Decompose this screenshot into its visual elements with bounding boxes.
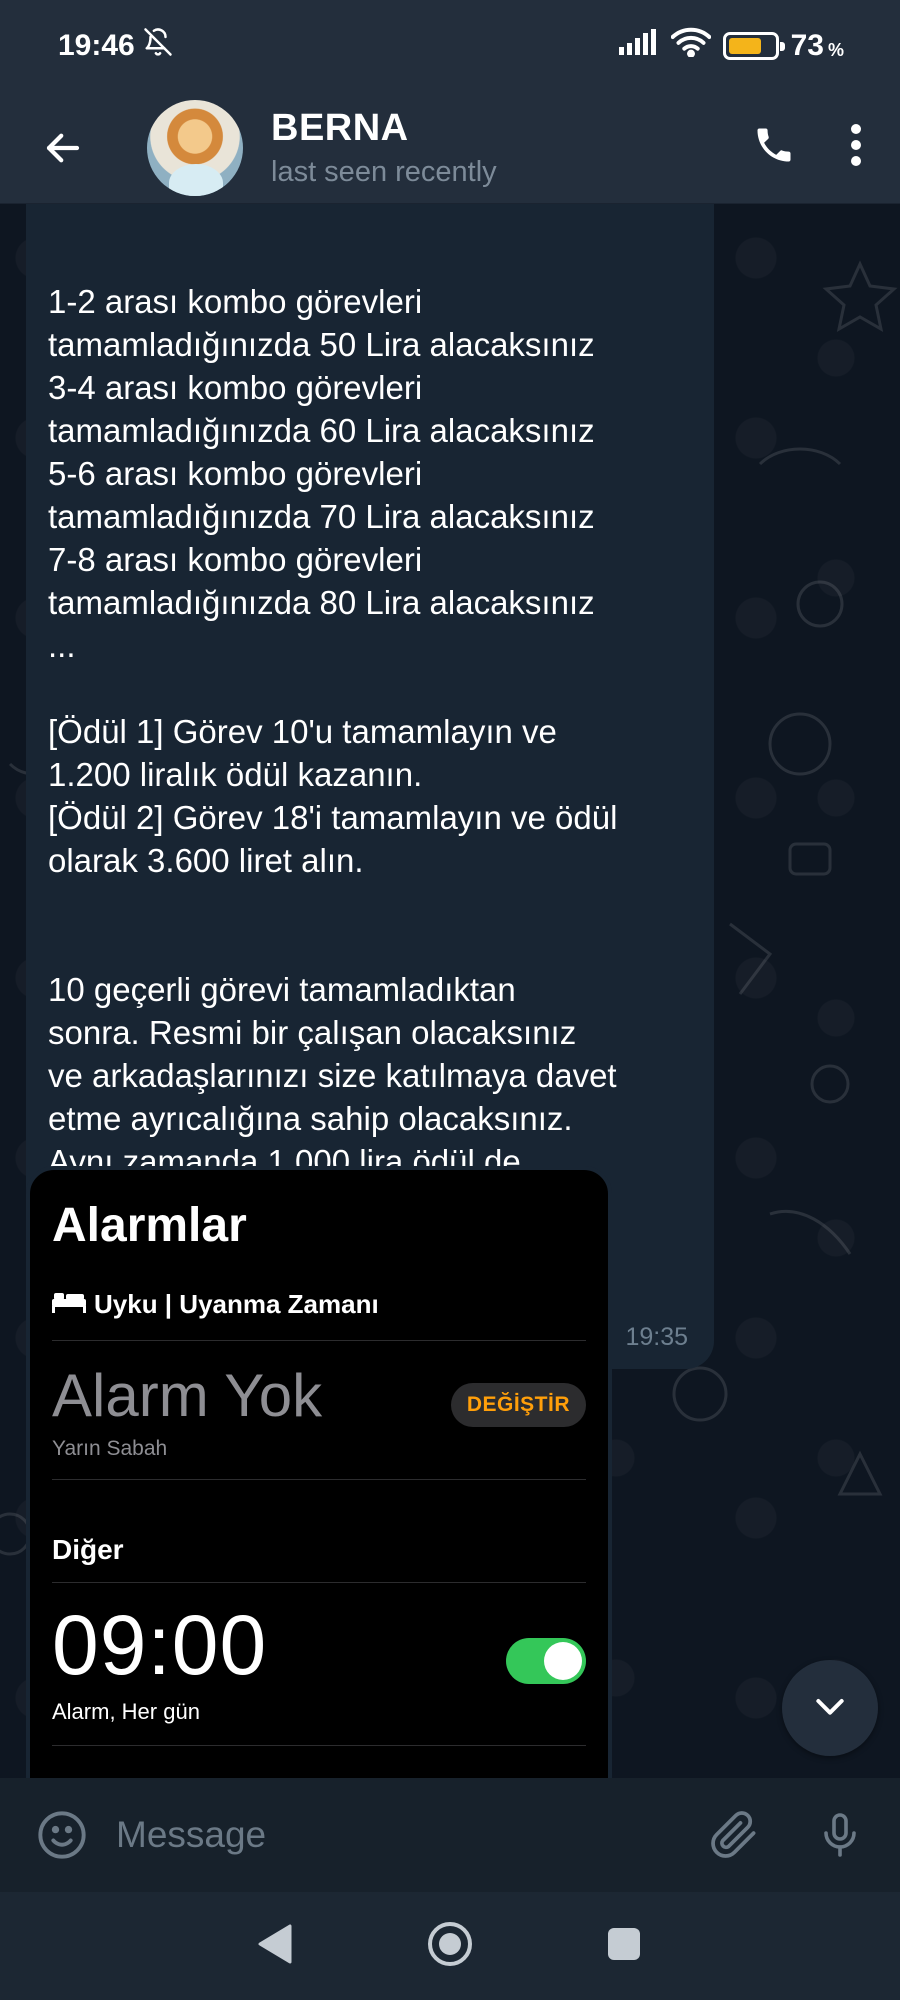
phone-icon[interactable]: [752, 123, 796, 172]
message-text: 1-2 arası kombo görevleri tamamladığınız…: [48, 283, 618, 1223]
system-nav-bar: [0, 1892, 900, 2000]
chat-subtitle: last seen recently: [271, 155, 497, 188]
bell-off-icon: [143, 27, 173, 65]
microphone-icon[interactable]: [812, 1807, 868, 1863]
battery-percent: 73: [790, 29, 824, 62]
chevron-down-icon: [810, 1686, 850, 1731]
chat-title-block[interactable]: BERNA last seen recently: [271, 107, 497, 189]
no-alarm-subtext: Yarın Sabah: [52, 1437, 168, 1460]
alarm-time: 09:00: [52, 1598, 268, 1692]
recents-square-icon[interactable]: [606, 1926, 642, 1967]
status-bar: 19:46 73 %: [0, 0, 900, 92]
alarm-description: Alarm, Her gün: [52, 1699, 200, 1724]
signal-icon: [618, 29, 659, 63]
back-arrow-icon[interactable]: [33, 118, 93, 178]
battery-percent-sign: %: [827, 39, 844, 60]
image-message[interactable]: Alarmlar Uyku | Uyanma Zamanı Alarm Yok …: [26, 1166, 612, 1778]
scroll-down-button[interactable]: [782, 1660, 878, 1756]
avatar[interactable]: [147, 99, 243, 196]
header-actions: [752, 123, 862, 172]
alarm-row: 09:00 Alarm, Her gün: [52, 1583, 586, 1746]
battery-level: [728, 38, 761, 54]
emoji-icon[interactable]: [34, 1807, 90, 1863]
wifi-icon: [670, 27, 711, 65]
battery-icon: [722, 32, 785, 60]
status-left: 19:46: [58, 27, 173, 65]
back-triangle-icon[interactable]: [258, 1924, 294, 1969]
chat-header: BERNA last seen recently: [0, 92, 900, 204]
sleep-label: Uyku | Uyanma Zamanı: [94, 1289, 379, 1319]
change-button: DEĞİŞTİR: [450, 1383, 586, 1427]
alarm-toggle: [506, 1638, 586, 1684]
no-alarm-text: Alarm Yok: [52, 1362, 323, 1429]
paperclip-icon[interactable]: [706, 1807, 762, 1863]
message-input[interactable]: [116, 1814, 706, 1856]
chat-area[interactable]: 1-2 arası kombo görevleri tamamladığınız…: [0, 204, 900, 1778]
alarm-screenshot: Alarmlar Uyku | Uyanma Zamanı Alarm Yok …: [30, 1170, 608, 1746]
bed-icon: [52, 1289, 86, 1320]
chat-title: BERNA: [271, 106, 409, 149]
status-right: 73 %: [618, 27, 844, 65]
other-section-label: Diğer: [52, 1534, 586, 1583]
sleep-row: Uyku | Uyanma Zamanı: [52, 1289, 586, 1341]
status-time: 19:46: [58, 29, 135, 62]
alarm-screen-title: Alarmlar: [52, 1199, 247, 1252]
no-alarm-row: Alarm Yok Yarın Sabah DEĞİŞTİR: [52, 1341, 586, 1480]
message-time: 19:35: [625, 1323, 688, 1351]
home-circle-icon[interactable]: [426, 1920, 474, 1973]
message-composer: [0, 1778, 900, 1892]
more-vertical-icon[interactable]: [850, 123, 862, 172]
